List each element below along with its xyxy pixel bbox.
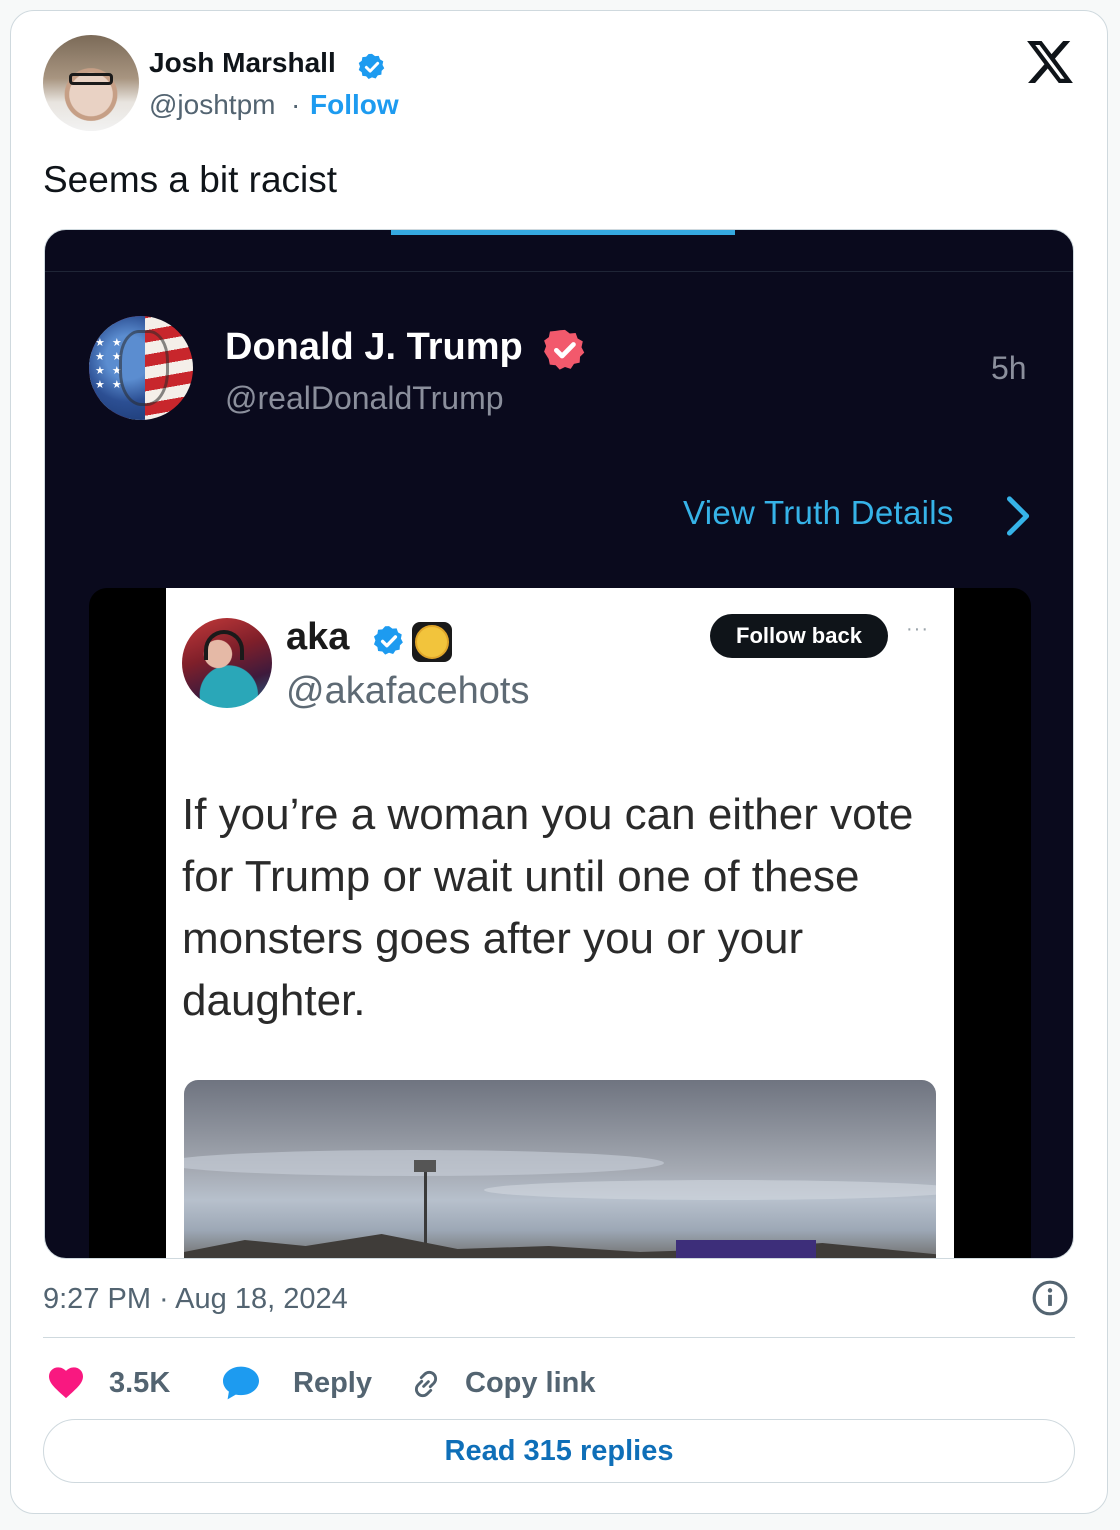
embedded-screenshot: aka @akafacehots Follow back ··· If you’… xyxy=(166,588,954,1258)
truth-timestamp: 5h xyxy=(991,350,1027,386)
embedded-screenshot-container: aka @akafacehots Follow back ··· If you’… xyxy=(89,588,1031,1258)
more-options-icon: ··· xyxy=(906,618,929,640)
footer-divider xyxy=(43,1337,1075,1338)
media-progress-bar xyxy=(391,230,735,235)
x-logo-icon[interactable] xyxy=(1027,41,1073,83)
verified-badge-icon xyxy=(358,53,385,79)
reply-label: Reply xyxy=(293,1367,372,1399)
avatar-face xyxy=(119,330,169,406)
tweet-text: Seems a bit racist xyxy=(43,159,338,200)
hills xyxy=(184,1234,936,1258)
author-handle[interactable]: @joshtpm xyxy=(149,89,275,121)
media-top-divider xyxy=(45,271,1073,272)
author-name[interactable]: Josh Marshall xyxy=(149,47,336,79)
truth-author-name: Donald J. Trump xyxy=(225,326,523,368)
follow-button[interactable]: Follow xyxy=(310,89,399,121)
avatar-glasses xyxy=(69,73,113,85)
info-icon[interactable] xyxy=(1031,1279,1069,1317)
embedded-media[interactable]: ★ ★ ★ ★ ★ ★ ★ ★ Donald J. Trump @realDonald… xyxy=(44,229,1074,1259)
separator-dot: · xyxy=(291,89,301,120)
tweet-card: Josh Marshall @joshtpm · Follow Seems a … xyxy=(10,10,1108,1514)
tweet-timestamp[interactable]: 9:27 PM · Aug 18, 2024 xyxy=(43,1283,348,1316)
sky-cloud xyxy=(484,1180,936,1200)
author-avatar[interactable] xyxy=(43,35,139,131)
verified-badge-icon xyxy=(373,626,403,655)
aka-avatar xyxy=(182,618,272,708)
link-icon xyxy=(415,1370,437,1398)
chevron-right-icon[interactable] xyxy=(1005,495,1033,537)
heart-icon xyxy=(49,1367,83,1399)
circle-emoji-icon xyxy=(412,622,452,662)
view-truth-details-link[interactable]: View Truth Details xyxy=(683,494,954,532)
truth-avatar: ★ ★ ★ ★ ★ ★ ★ ★ xyxy=(89,316,193,420)
copy-link-label: Copy link xyxy=(465,1367,596,1399)
read-replies-button[interactable]: Read 315 replies xyxy=(43,1419,1075,1483)
truth-author-handle: @realDonaldTrump xyxy=(225,380,504,416)
stage-structure xyxy=(676,1240,816,1258)
aka-post-text: If you’re a woman you can either vote fo… xyxy=(182,790,914,1025)
video-thumbnail xyxy=(184,1080,936,1258)
avatar-headphones xyxy=(204,630,244,660)
light-fixture xyxy=(414,1160,436,1172)
speech-bubble-icon xyxy=(223,1366,259,1400)
aka-handle: @akafacehots xyxy=(286,670,530,712)
like-count: 3.5K xyxy=(109,1367,171,1399)
aka-name: aka xyxy=(286,616,350,658)
verified-badge-icon xyxy=(544,329,585,370)
follow-back-button: Follow back xyxy=(710,614,888,658)
